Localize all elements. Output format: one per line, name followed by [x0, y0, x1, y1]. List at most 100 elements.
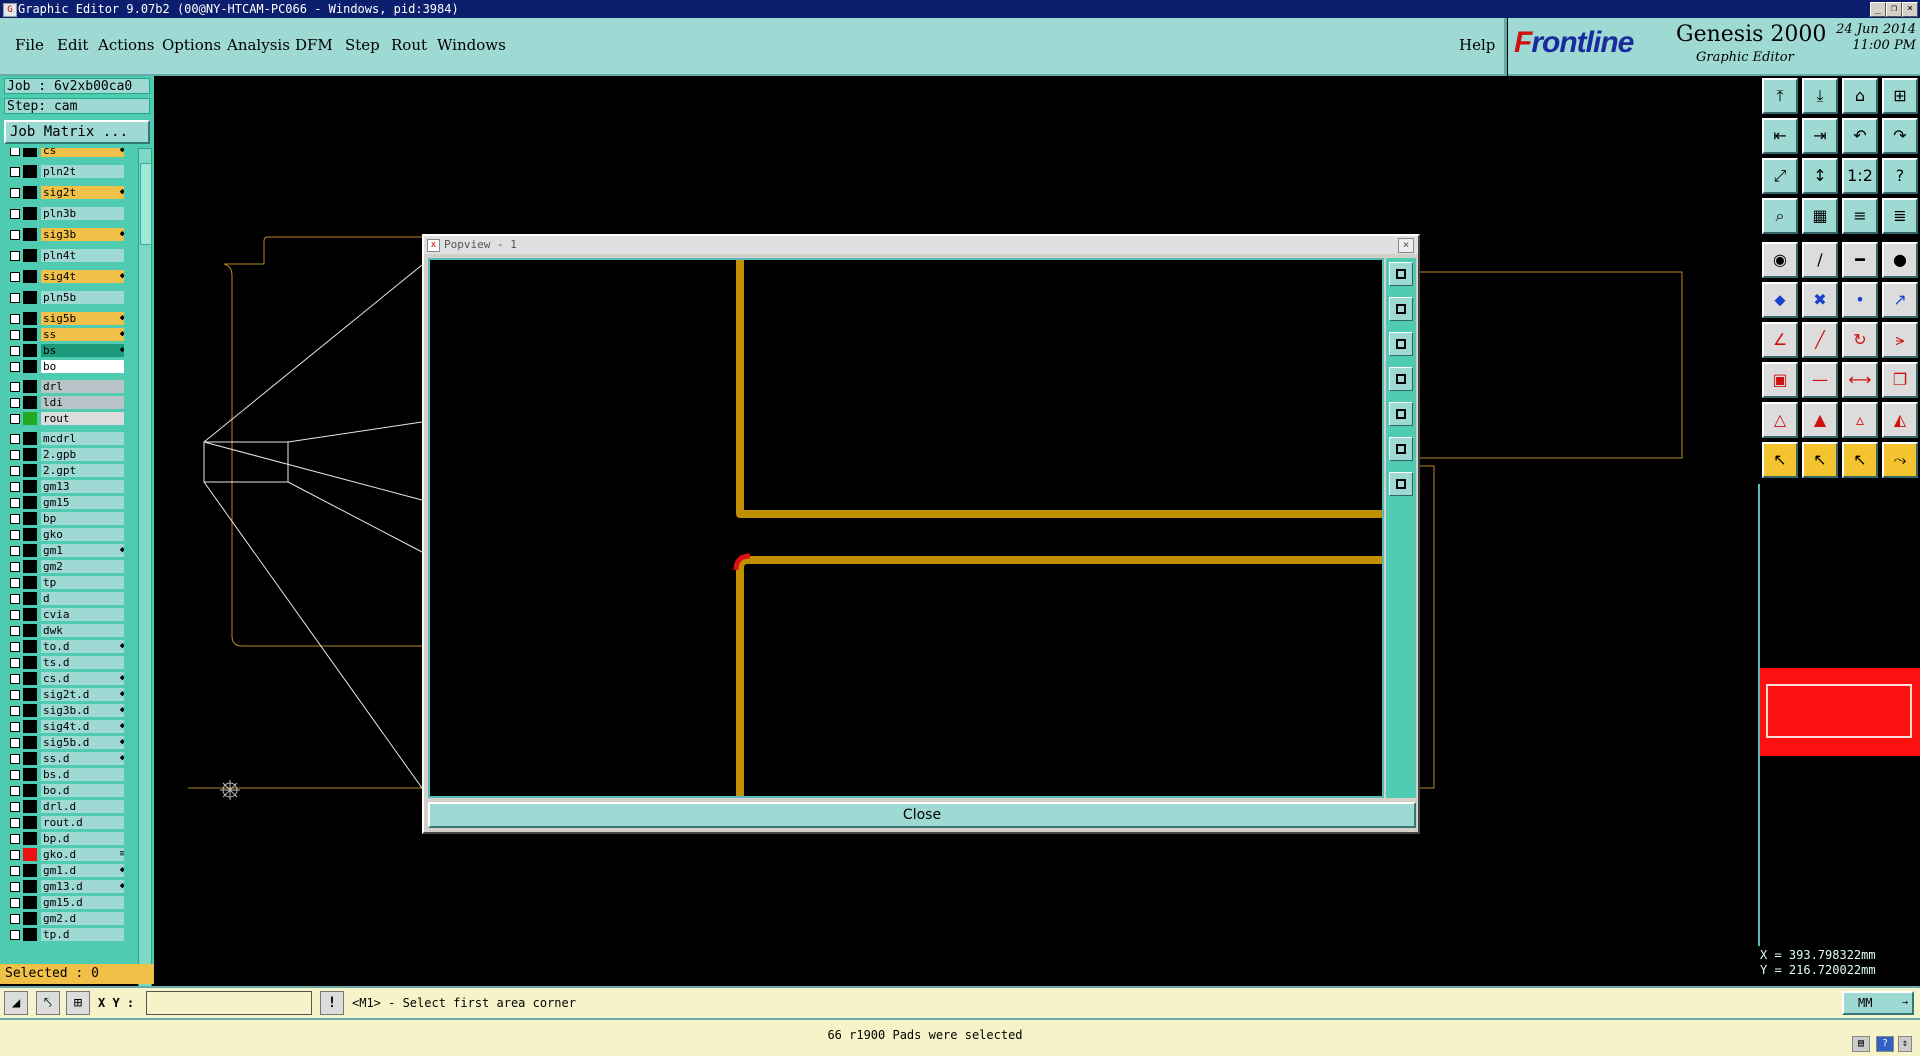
layer-checkbox[interactable] [10, 690, 20, 700]
split-button[interactable]: ⪫ [1882, 322, 1918, 358]
arc-button[interactable]: ↻ [1842, 322, 1878, 358]
layer-name[interactable]: pln5b [41, 291, 124, 304]
layer-row[interactable]: gm2 [4, 560, 124, 573]
layer-checkbox[interactable] [10, 850, 20, 860]
snap-mode-icon[interactable]: ◢ [4, 991, 28, 1015]
overview-panel[interactable] [1758, 484, 1920, 946]
layer-name[interactable]: rout.d [41, 816, 124, 829]
layer-checkbox[interactable] [10, 930, 20, 940]
layer-row[interactable]: gko [4, 528, 124, 541]
popview-right-button[interactable] [1389, 402, 1413, 426]
layer-checkbox[interactable] [10, 382, 20, 392]
menu-windows[interactable]: Windows [437, 36, 506, 54]
redo-button[interactable]: ↷ [1882, 118, 1918, 154]
layer-checkbox[interactable] [10, 148, 20, 156]
layer-checkbox[interactable] [10, 578, 20, 588]
layer-row[interactable]: tp [4, 576, 124, 589]
layer-row[interactable]: gm15 [4, 496, 124, 509]
layer-checkbox[interactable] [10, 346, 20, 356]
layer-name[interactable]: gm1.d ◆ [41, 864, 124, 877]
triangle-button[interactable]: △ [1762, 402, 1798, 438]
layer-name[interactable]: tp [41, 576, 124, 589]
snap-button[interactable]: ⌕ [1762, 198, 1798, 234]
layer-row[interactable]: bs.d [4, 768, 124, 781]
layer-row[interactable]: rout [4, 412, 124, 425]
layer-row[interactable]: cs ◆ [4, 148, 124, 157]
layer-checkbox[interactable] [10, 674, 20, 684]
layer-checkbox[interactable] [10, 188, 20, 198]
undo-button[interactable]: ↶ [1842, 118, 1878, 154]
alert-icon[interactable]: ! [320, 991, 344, 1015]
menu-options[interactable]: Options [162, 36, 221, 54]
layer-name[interactable]: ss.d ◆ [41, 752, 124, 765]
layer-checkbox[interactable] [10, 898, 20, 908]
line-add-button[interactable]: — [1802, 362, 1838, 398]
copy-button[interactable]: ❐ [1882, 362, 1918, 398]
layer-checkbox[interactable] [10, 642, 20, 652]
layer-name[interactable]: to.d ◆ [41, 640, 124, 653]
layer-row[interactable]: 2.gpt [4, 464, 124, 477]
layer-name[interactable]: tp.d [41, 928, 124, 941]
layer-row[interactable]: mcdrl [4, 432, 124, 445]
pad-button[interactable]: ◉ [1762, 242, 1798, 278]
layer-row[interactable]: ts.d [4, 656, 124, 669]
netlist-button[interactable]: ≡ [1842, 198, 1878, 234]
layer-name[interactable]: gm1 ◆ [41, 544, 124, 557]
layer-name[interactable]: bs.d [41, 768, 124, 781]
layer-row[interactable]: gm13 [4, 480, 124, 493]
layer-row[interactable]: cs.d ◆ [4, 672, 124, 685]
zoom-fit-button[interactable]: ⤢ [1762, 158, 1798, 194]
measure-button[interactable]: ━ [1842, 242, 1878, 278]
layer-checkbox[interactable] [10, 314, 20, 324]
layer-name[interactable]: gm2 [41, 560, 124, 573]
layer-name[interactable]: pln3b [41, 207, 124, 220]
layer-row[interactable]: sig2t.d ◆ [4, 688, 124, 701]
step-right-button[interactable]: ⇥ [1802, 118, 1838, 154]
layer-row[interactable]: sig4t ◆ [4, 270, 124, 283]
minimize-button[interactable]: _ [1870, 2, 1886, 17]
xy-input[interactable] [146, 991, 312, 1015]
layer-row[interactable]: drl.d [4, 800, 124, 813]
layer-name[interactable]: sig2t.d ◆ [41, 688, 124, 701]
grid-button[interactable]: ▦ [1802, 198, 1838, 234]
help-icon[interactable]: ? [1876, 1036, 1894, 1052]
help-query-button[interactable]: ? [1882, 158, 1918, 194]
angle-button[interactable]: ∠ [1762, 322, 1798, 358]
triangle-edit-button[interactable]: ◭ [1882, 402, 1918, 438]
layer-checkbox[interactable] [10, 786, 20, 796]
layer-name[interactable]: bo.d [41, 784, 124, 797]
layer-row[interactable]: sig4t.d ◆ [4, 720, 124, 733]
layer-row[interactable]: sig5b ◆ [4, 312, 124, 325]
layer-row[interactable]: gm1.d ◆ [4, 864, 124, 877]
pointer-edit-button[interactable]: ↖ [1842, 442, 1878, 478]
layer-name[interactable]: pln4t [41, 249, 124, 262]
zoom-center-button[interactable]: ↕ [1802, 158, 1838, 194]
point-button[interactable]: • [1842, 282, 1878, 318]
layer-name[interactable]: cs ◆ [41, 148, 124, 157]
layer-checkbox[interactable] [10, 514, 20, 524]
pad-add-button[interactable]: ▣ [1762, 362, 1798, 398]
layer-checkbox[interactable] [10, 818, 20, 828]
layer-row[interactable]: sig2t ◆ [4, 186, 124, 199]
save-button[interactable]: ⤓ [1802, 78, 1838, 114]
circle-button[interactable]: ● [1882, 242, 1918, 278]
layer-checkbox[interactable] [10, 914, 20, 924]
slash-button[interactable]: ∕ [1802, 242, 1838, 278]
menu-actions[interactable]: Actions [98, 36, 154, 54]
line-button[interactable]: ╱ [1802, 322, 1838, 358]
layer-checkbox[interactable] [10, 802, 20, 812]
layout-button[interactable]: ⊞ [1882, 78, 1918, 114]
layer-row[interactable]: sig5b.d ◆ [4, 736, 124, 749]
popview-up-button[interactable] [1389, 297, 1413, 321]
point-move-button[interactable]: ↗ [1882, 282, 1918, 318]
layer-name[interactable]: pln2t [41, 165, 124, 178]
layer-row[interactable]: drl [4, 380, 124, 393]
node-button[interactable]: ⬥ [1762, 282, 1798, 318]
layer-checkbox[interactable] [10, 293, 20, 303]
layer-checkbox[interactable] [10, 658, 20, 668]
layer-row[interactable]: bp.d [4, 832, 124, 845]
scale-1-2-button[interactable]: 1:2 [1842, 158, 1878, 194]
layer-name[interactable]: 2.gpb [41, 448, 124, 461]
layer-checkbox[interactable] [10, 230, 20, 240]
layer-name[interactable]: 2.gpt [41, 464, 124, 477]
